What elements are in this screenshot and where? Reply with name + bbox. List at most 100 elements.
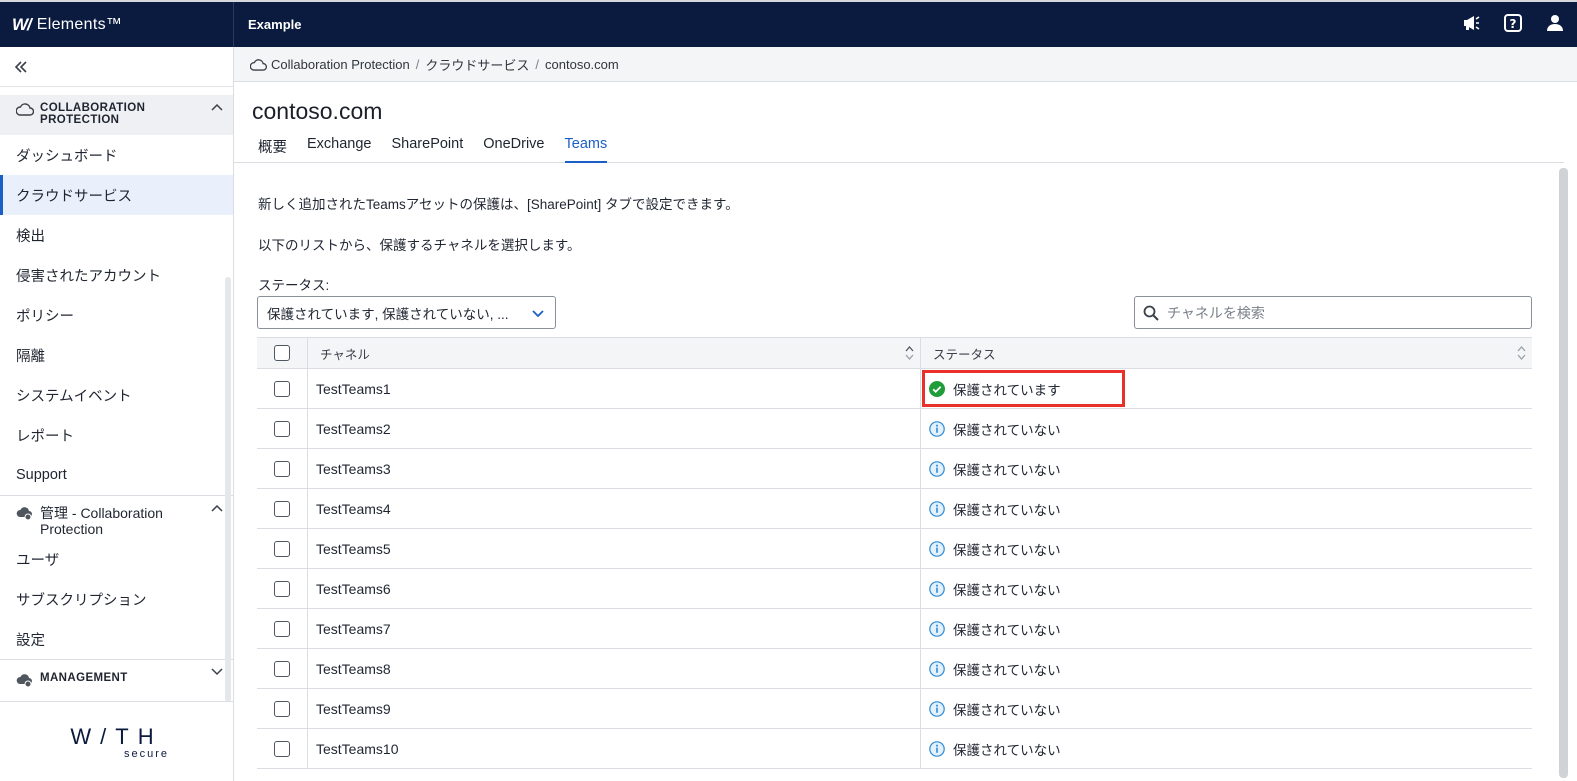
- section-label: COLLABORATION PROTECTION: [40, 102, 146, 126]
- search-input[interactable]: [1167, 304, 1507, 321]
- sidebar-item-settings[interactable]: 設定: [0, 619, 233, 659]
- select-all-cell: [257, 338, 308, 368]
- table-row[interactable]: TestTeams1 保護されています: [257, 369, 1532, 409]
- row-checkbox[interactable]: [274, 660, 290, 677]
- status-text: 保護されていない: [953, 662, 1061, 678]
- row-checkbox-cell: [257, 569, 308, 608]
- row-checkbox[interactable]: [274, 420, 290, 437]
- channel-name: TestTeams9: [308, 689, 921, 728]
- table-row[interactable]: TestTeams8 保護されていない: [257, 649, 1532, 689]
- channel-status: 保護されていない: [921, 409, 1532, 448]
- channel-status: 保護されていない: [921, 569, 1532, 608]
- tab-teams[interactable]: Teams: [564, 136, 608, 163]
- row-checkbox[interactable]: [274, 540, 290, 557]
- megaphone-icon[interactable]: [1461, 13, 1481, 33]
- collapse-sidebar-button[interactable]: [0, 47, 233, 87]
- user-icon[interactable]: [1545, 13, 1565, 33]
- row-checkbox-cell: [257, 729, 308, 768]
- table-row[interactable]: TestTeams5 保護されていない: [257, 529, 1532, 569]
- main-scrollbar[interactable]: [1559, 168, 1568, 778]
- status-text: 保護されていない: [953, 542, 1061, 558]
- status-text: 保護されていない: [953, 622, 1061, 638]
- channel-name: TestTeams8: [308, 649, 921, 688]
- info-circle-icon: [929, 420, 945, 437]
- chevron-up-icon: [211, 103, 223, 111]
- table-row[interactable]: TestTeams4 保護されていない: [257, 489, 1532, 529]
- table-row[interactable]: TestTeams3 保護されていない: [257, 449, 1532, 489]
- sidebar-item-users[interactable]: ユーザ: [0, 539, 233, 579]
- double-chevron-left-icon: [14, 60, 27, 73]
- sidebar-item-dashboard[interactable]: ダッシュボード: [0, 135, 233, 175]
- breadcrumb: Collaboration Protection / クラウドサービス / co…: [234, 47, 1577, 82]
- channel-table: チャネル ステータス TestTeams1 保護されています TestTeams2 保…: [257, 337, 1532, 769]
- cloud-icon: [250, 58, 267, 71]
- column-header-status[interactable]: ステータス: [921, 338, 1532, 368]
- breadcrumb-item-collaboration[interactable]: Collaboration Protection: [271, 57, 410, 72]
- status-text: 保護されていない: [953, 702, 1061, 718]
- search-box[interactable]: [1134, 296, 1532, 329]
- logo-subtext: secure: [123, 747, 170, 760]
- sidebar-item-detections[interactable]: 検出: [0, 215, 233, 255]
- channel-name-text: TestTeams10: [316, 740, 399, 757]
- sort-icon[interactable]: [905, 345, 914, 361]
- info-circle-icon: [929, 460, 945, 477]
- row-checkbox[interactable]: [274, 740, 290, 757]
- row-checkbox[interactable]: [274, 460, 290, 477]
- section-collaboration-protection[interactable]: COLLABORATION PROTECTION: [0, 95, 233, 135]
- table-row[interactable]: TestTeams10 保護されていない: [257, 729, 1532, 769]
- status-text: 保護されていない: [953, 582, 1061, 598]
- row-checkbox[interactable]: [274, 620, 290, 637]
- top-bar: W/ Elements™ Example ?: [0, 0, 1577, 47]
- row-checkbox[interactable]: [274, 500, 290, 517]
- channel-name-text: TestTeams9: [316, 700, 391, 717]
- row-checkbox[interactable]: [274, 580, 290, 597]
- info-circle-icon: [929, 580, 945, 597]
- sidebar-item-subscriptions[interactable]: サブスクリプション: [0, 579, 233, 619]
- channel-status: 保護されていない: [921, 729, 1532, 768]
- sidebar-item-compromised-accounts[interactable]: 侵害されたアカウント: [0, 255, 233, 295]
- status-filter-value: 保護されています, 保護されていない, ...: [267, 306, 509, 322]
- sidebar-item-quarantine[interactable]: 隔離: [0, 335, 233, 375]
- select-all-checkbox[interactable]: [274, 345, 290, 361]
- sidebar-item-reports[interactable]: レポート: [0, 415, 233, 455]
- table-row[interactable]: TestTeams2 保護されていない: [257, 409, 1532, 449]
- row-checkbox[interactable]: [274, 380, 290, 397]
- sidebar-item-system-events[interactable]: システムイベント: [0, 375, 233, 415]
- section-label: 管理 - Collaboration Protection: [40, 505, 163, 537]
- tab-exchange[interactable]: Exchange: [307, 136, 372, 163]
- sort-icon[interactable]: [1517, 345, 1526, 361]
- chevron-down-icon: [211, 668, 223, 676]
- tab-sharepoint[interactable]: SharePoint: [392, 136, 464, 163]
- row-checkbox[interactable]: [274, 700, 290, 717]
- table-row[interactable]: TestTeams9 保護されていない: [257, 689, 1532, 729]
- column-header-label: チャネル: [320, 347, 370, 362]
- status-filter-select[interactable]: 保護されています, 保護されていない, ...: [257, 296, 556, 329]
- tab-onedrive[interactable]: OneDrive: [483, 136, 544, 163]
- table-row[interactable]: TestTeams6 保護されていない: [257, 569, 1532, 609]
- help-icon[interactable]: ?: [1503, 13, 1523, 33]
- tab-overview[interactable]: 概要: [258, 136, 287, 163]
- channel-name: TestTeams10: [308, 729, 921, 768]
- chevron-down-icon: [532, 310, 544, 318]
- channel-status: 保護されていない: [921, 449, 1532, 488]
- cloud-gear-icon: [16, 674, 32, 688]
- row-checkbox-cell: [257, 689, 308, 728]
- sidebar-item-cloud-services[interactable]: クラウドサービス: [0, 175, 233, 215]
- sidebar-scrollbar[interactable]: [225, 277, 231, 702]
- column-header-label: ステータス: [933, 347, 996, 362]
- brand-mark: W/: [12, 14, 32, 34]
- cloud-shield-icon: [16, 103, 34, 116]
- brand-logo[interactable]: W/ Elements™: [0, 2, 234, 47]
- breadcrumb-item-cloud-services[interactable]: クラウドサービス: [425, 55, 529, 74]
- column-header-channel[interactable]: チャネル: [308, 338, 921, 368]
- sidebar-item-policies[interactable]: ポリシー: [0, 295, 233, 335]
- app-title: Example: [248, 17, 302, 32]
- channel-name: TestTeams5: [308, 529, 921, 568]
- channel-name-text: TestTeams6: [316, 580, 391, 597]
- table-row[interactable]: TestTeams7 保護されていない: [257, 609, 1532, 649]
- sidebar-item-support[interactable]: Support: [0, 455, 233, 495]
- section-management[interactable]: MANAGEMENT: [0, 659, 233, 699]
- row-checkbox-cell: [257, 529, 308, 568]
- channel-name: TestTeams3: [308, 449, 921, 488]
- section-admin-collaboration[interactable]: 管理 - Collaboration Protection: [0, 495, 233, 539]
